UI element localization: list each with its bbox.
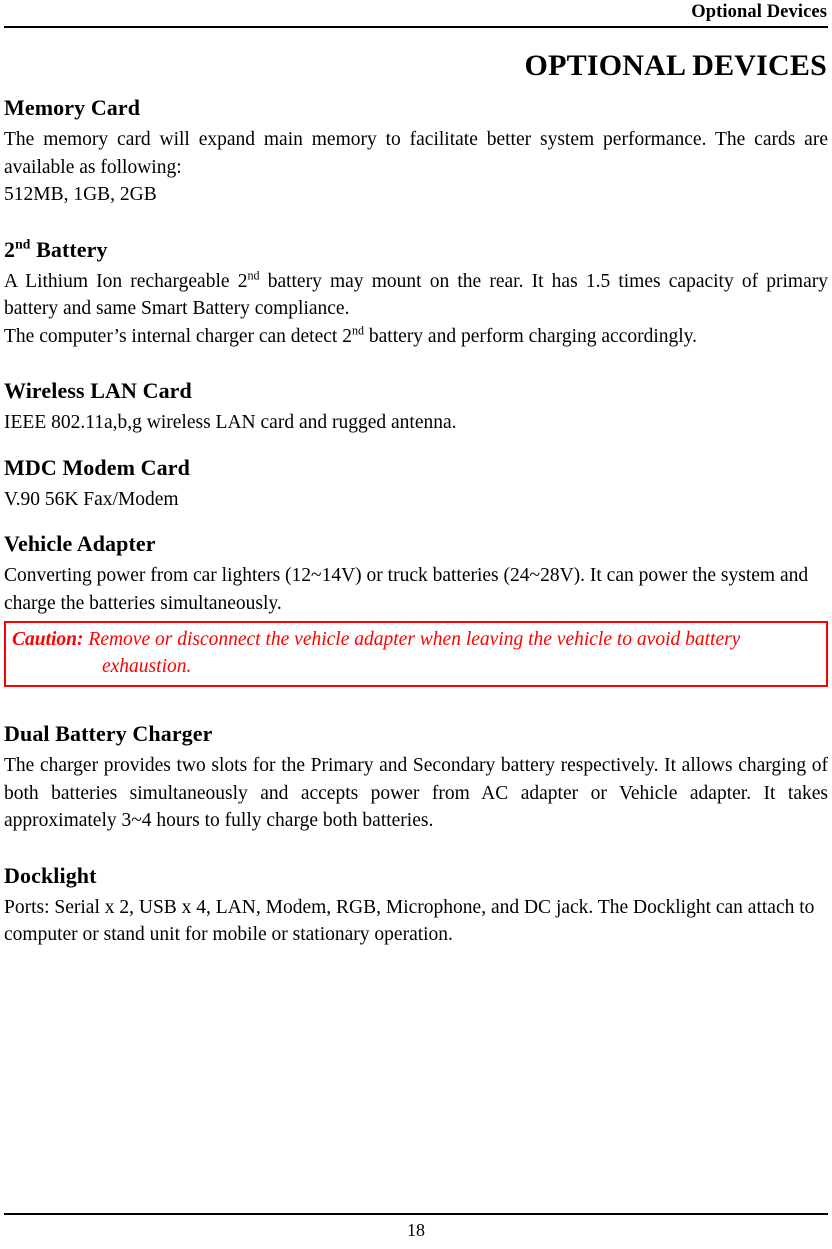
paragraph-memory-card-capacities: 512MB, 1GB, 2GB	[4, 184, 157, 205]
second-battery-heading-suffix: Battery	[30, 236, 108, 262]
header-divider	[4, 26, 828, 28]
second-battery-heading-superscript: nd	[15, 236, 31, 252]
paragraph-wireless-lan-card: IEEE 802.11a,b,g wireless LAN card and r…	[4, 412, 457, 433]
running-header-title: Optional Devices	[691, 2, 827, 22]
page-header: Optional Devices	[4, 0, 828, 29]
section-heading-mdc-modem-card: MDC Modem Card	[4, 454, 190, 480]
page-footer: 18	[4, 1213, 828, 1249]
page-title: OPTIONAL DEVICES	[524, 49, 827, 82]
page-content: OPTIONAL DEVICES Memory Card The memory …	[4, 47, 828, 949]
second-battery-p2-superscript: nd	[351, 323, 365, 337]
page-number: 18	[407, 1220, 425, 1240]
section-heading-memory-card: Memory Card	[4, 95, 141, 120]
second-battery-p2-part2: battery and perform charging accordingly…	[364, 325, 698, 347]
paragraph-memory-card-description: The memory card will expand main memory …	[4, 129, 828, 178]
paragraph-second-battery-capacity: A Lithium Ion rechargeable 2nd battery m…	[4, 268, 828, 323]
paragraph-mdc-modem-card: V.90 56K Fax/Modem	[4, 488, 179, 510]
document-page: Optional Devices OPTIONAL DEVICES Memory…	[0, 0, 832, 1249]
second-battery-p1-part1: A Lithium Ion rechargeable 2	[4, 270, 248, 292]
caution-label: Caution:	[12, 629, 84, 650]
caution-text-line: Caution: Remove or disconnect the vehicl…	[12, 626, 820, 680]
paragraph-vehicle-adapter: Converting power from car lighters (12~1…	[4, 565, 809, 614]
section-heading-wireless-lan-card: Wireless LAN Card	[4, 378, 192, 403]
section-heading-vehicle-adapter: Vehicle Adapter	[4, 531, 156, 556]
footer-divider	[4, 1213, 828, 1215]
caution-callout-box: Caution: Remove or disconnect the vehicl…	[4, 621, 828, 687]
second-battery-p1-superscript: nd	[247, 268, 260, 282]
paragraph-docklight: Ports: Serial x 2, USB x 4, LAN, Modem, …	[4, 896, 815, 946]
second-battery-heading-prefix: 2	[4, 236, 16, 262]
caution-message: Remove or disconnect the vehicle adapter…	[83, 629, 741, 677]
paragraph-second-battery-charging: The computer’s internal charger can dete…	[4, 323, 828, 351]
section-heading-second-battery: 2nd Battery	[4, 236, 828, 264]
paragraph-dual-battery-charger: The charger provides two slots for the P…	[4, 755, 828, 831]
section-heading-docklight: Docklight	[4, 862, 97, 888]
section-heading-dual-battery-charger: Dual Battery Charger	[4, 721, 213, 746]
second-battery-p2-part1: The computer’s internal charger can dete…	[4, 325, 352, 347]
